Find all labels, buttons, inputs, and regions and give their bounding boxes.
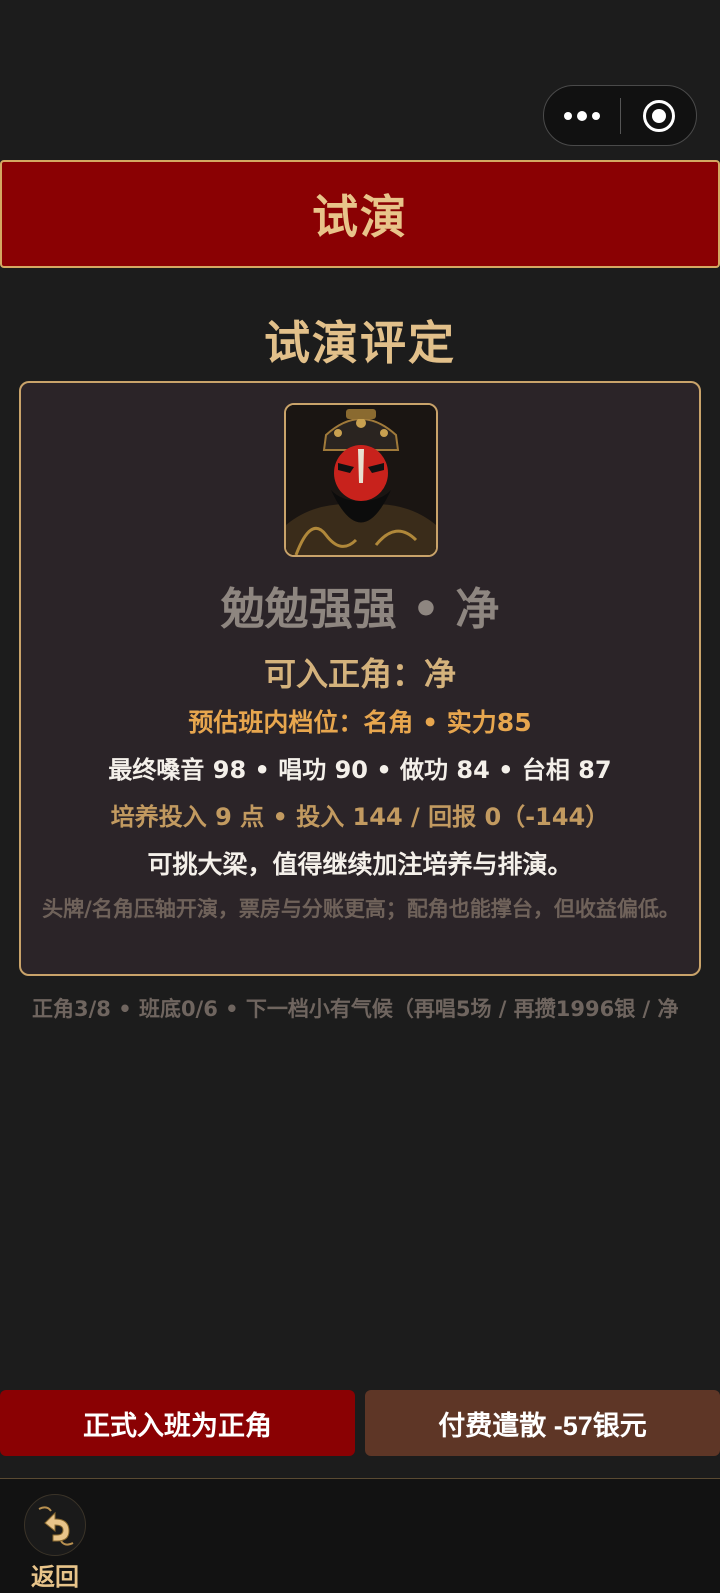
final-stats: 最终嗓音 98 • 唱功 90 • 做功 84 • 台相 87	[108, 756, 612, 784]
page-header: 试演	[0, 160, 720, 268]
back-label[interactable]: 返回	[20, 1557, 90, 1592]
role-label: 可入正角：净	[263, 655, 456, 693]
more-dots-icon[interactable]	[544, 86, 620, 145]
page-title: 试演	[312, 190, 408, 244]
bottom-bar: 返回	[0, 1478, 720, 1593]
evaluation-card: 勉勉强强 • 净 可入正角：净 预估班内档位：名角 • 实力85 最终嗓音 98…	[19, 381, 701, 976]
target-close-icon[interactable]	[621, 86, 696, 145]
description-text: 头牌/名角压轴开演，票房与分账更高；配角也能撑台，但收益偏低。	[42, 897, 680, 921]
back-arrow-icon[interactable]	[24, 1494, 86, 1556]
actor-name: 勉勉强强 • 净	[220, 584, 500, 635]
trial-screen: 试演 试演评定 勉勉强强 • 净 可入正角：净 预估班内档位：名角 • 实力85…	[0, 0, 720, 1593]
investment-summary: 培养投入 9 点 • 投入 144 / 回报 0（-144）	[110, 803, 610, 831]
troupe-status: 正角3/8 • 班底0/6 • 下一档小有气候（再唱5场 / 再攒1996银 /…	[32, 997, 679, 1021]
opera-jing-portrait	[284, 403, 438, 557]
rank-estimate: 预估班内档位：名角 • 实力85	[188, 708, 532, 737]
paid-dismiss-button[interactable]: 付费遣散 -57银元	[365, 1390, 720, 1456]
verdict-text: 可挑大梁，值得继续加注培养与排演。	[147, 850, 573, 879]
miniprogram-capsule	[543, 85, 697, 146]
section-title: 试演评定	[264, 316, 456, 370]
join-as-lead-button[interactable]: 正式入班为正角	[0, 1390, 355, 1456]
